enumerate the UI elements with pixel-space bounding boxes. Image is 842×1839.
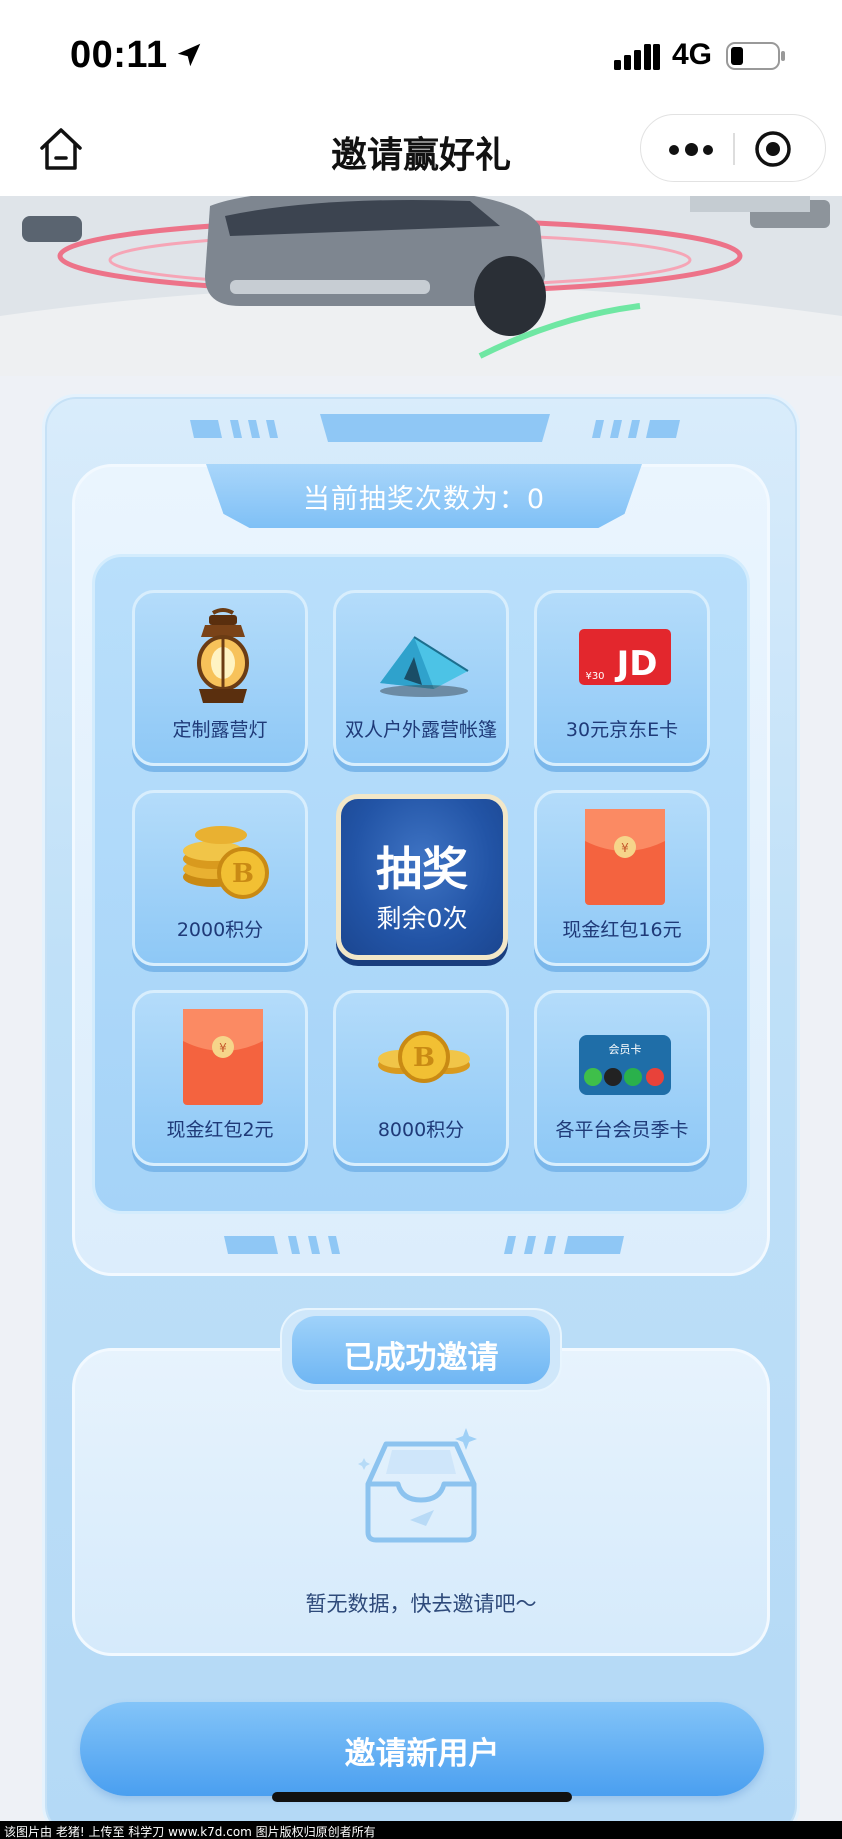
member-card-icon: 会员卡 bbox=[579, 1035, 671, 1095]
status-time: 00:11 bbox=[70, 34, 168, 76]
more-options-button[interactable] bbox=[641, 115, 733, 183]
prize-cell: B 2000积分 bbox=[132, 790, 308, 966]
prize-name: 各平台会员季卡 bbox=[555, 1119, 689, 1141]
prize-cell: 会员卡 各平台会员季卡 bbox=[534, 990, 710, 1166]
draw-button-title: 抽奖 bbox=[376, 842, 468, 896]
red-envelope-icon: ¥ bbox=[585, 809, 665, 905]
draw-remaining-label: 剩余0次 bbox=[376, 904, 468, 933]
dot-icon bbox=[685, 143, 698, 156]
empty-inbox-icon bbox=[358, 1428, 477, 1543]
location-arrow-icon bbox=[177, 43, 201, 67]
prize-name: 8000积分 bbox=[377, 1119, 465, 1141]
prize-name: 现金红包2元 bbox=[166, 1119, 274, 1141]
card-bottom-decoration bbox=[224, 1236, 624, 1254]
prize-name: 现金红包16元 bbox=[562, 919, 682, 941]
prize-cell: ¥ 现金红包16元 bbox=[534, 790, 710, 966]
mini-program-capsule bbox=[640, 114, 826, 182]
jd-amount-text: ¥30 bbox=[585, 671, 604, 682]
car-banner-illustration bbox=[0, 196, 842, 376]
svg-text:B: B bbox=[232, 859, 254, 889]
nav-bar: 邀请赢好礼 bbox=[0, 110, 842, 196]
invite-new-user-button[interactable]: 邀请新用户 bbox=[80, 1702, 764, 1796]
battery-icon bbox=[726, 42, 785, 70]
close-mini-program-icon[interactable] bbox=[753, 129, 793, 169]
prize-cell: ¥ 现金红包2元 bbox=[132, 990, 308, 1166]
coins-icon: B bbox=[378, 1031, 470, 1083]
home-indicator bbox=[272, 1792, 572, 1802]
empty-state-text: 暂无数据，快去邀请吧～ bbox=[305, 1592, 537, 1616]
tent-icon bbox=[380, 636, 469, 697]
draw-button[interactable]: 抽奖 剩余0次 bbox=[336, 794, 508, 960]
capsule-divider bbox=[733, 133, 735, 165]
signal-icon bbox=[614, 44, 660, 70]
lantern-icon bbox=[197, 608, 249, 703]
status-bar: 00:11 4G bbox=[0, 0, 842, 110]
svg-text:¥: ¥ bbox=[219, 1041, 227, 1055]
prize-cell: B 8000积分 bbox=[333, 990, 509, 1166]
network-label: 4G bbox=[672, 38, 713, 71]
dot-icon bbox=[703, 145, 713, 155]
prize-name: 双人户外露营帐篷 bbox=[344, 719, 497, 741]
watermark-text: 该图片由 老猪! 上传至 科学刀 www.k7d.com 图片版权归原创者所有 bbox=[4, 1825, 376, 1839]
svg-text:B: B bbox=[413, 1043, 435, 1073]
dot-icon bbox=[669, 145, 679, 155]
svg-text:¥: ¥ bbox=[621, 841, 629, 855]
prize-cell: 定制露营灯 bbox=[132, 590, 308, 766]
invited-section-title: 已成功邀请 bbox=[343, 1340, 499, 1376]
prize-cell: JD ¥30 30元京东E卡 bbox=[534, 590, 710, 766]
coins-icon: B bbox=[183, 826, 269, 899]
prize-cell: 双人户外露营帐篷 bbox=[333, 590, 509, 766]
jd-logo-text: JD bbox=[615, 644, 658, 684]
red-envelope-icon: ¥ bbox=[183, 1009, 263, 1105]
banner-image bbox=[0, 196, 842, 376]
member-card-title: 会员卡 bbox=[609, 1043, 642, 1056]
jd-card-icon: JD ¥30 bbox=[579, 629, 671, 685]
prize-name: 2000积分 bbox=[176, 919, 264, 941]
invite-button-label: 邀请新用户 bbox=[344, 1736, 500, 1772]
draw-count-label: 当前抽奖次数为：0 bbox=[302, 484, 546, 515]
frame-top-decoration bbox=[190, 414, 680, 442]
prize-name: 定制露营灯 bbox=[172, 719, 268, 741]
prize-name: 30元京东E卡 bbox=[565, 719, 679, 741]
